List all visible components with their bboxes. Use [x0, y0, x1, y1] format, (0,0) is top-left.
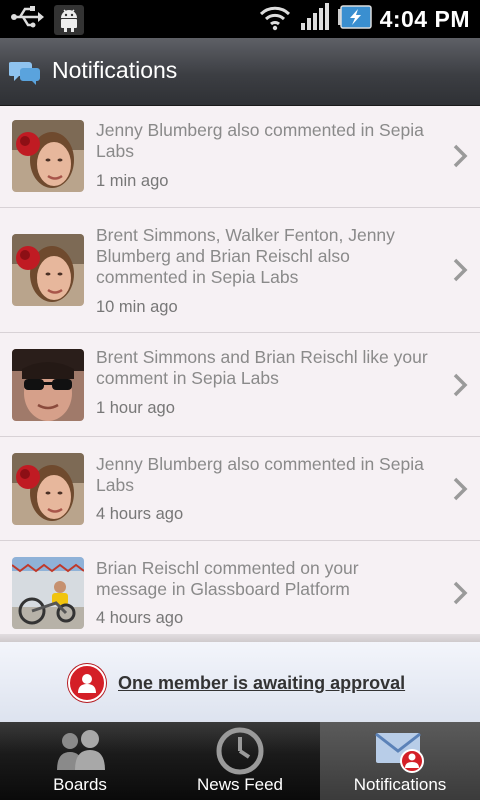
wifi-icon [258, 3, 292, 36]
notification-row[interactable]: Brian Reischl commented on your message … [0, 541, 480, 634]
notification-time: 1 hour ago [96, 399, 175, 417]
banner-divider [0, 634, 480, 642]
signal-icon [300, 2, 330, 36]
chevron-right-icon [452, 581, 468, 605]
avatar-bike [12, 557, 84, 629]
notification-row[interactable]: Jenny Blumberg also commented in Sepia L… [0, 437, 480, 541]
notification-row[interactable]: Brent Simmons, Walker Fenton, Jenny Blum… [0, 208, 480, 333]
notification-list[interactable]: Jenny Blumberg also commented in Sepia L… [0, 106, 480, 634]
chevron-right-icon [452, 144, 468, 168]
clock-icon [212, 727, 268, 775]
approval-link[interactable]: One member is awaiting approval [118, 673, 405, 694]
notification-row[interactable]: Jenny Blumberg also commented in Sepia L… [0, 106, 480, 208]
tab-bar: Boards News Feed Notifications [0, 722, 480, 800]
notification-time: 4 hours ago [96, 505, 184, 523]
avatar-jenny [12, 234, 84, 306]
status-time: 4:04 PM [379, 5, 470, 32]
tab-boards[interactable]: Boards [0, 722, 160, 800]
title-bar: Notifications [0, 38, 480, 106]
avatar-jenny [12, 120, 84, 192]
notification-row[interactable]: Brent Simmons and Brian Reischl like you… [0, 333, 480, 437]
avatar-jenny [12, 453, 84, 525]
notification-text: Jenny Blumberg also commented in Sepia L… [96, 120, 424, 161]
notification-text: Jenny Blumberg also commented in Sepia L… [96, 454, 424, 495]
approval-banner[interactable]: One member is awaiting approval [0, 642, 480, 722]
envelope-icon [372, 727, 428, 775]
android-debug-icon [54, 4, 84, 35]
notification-time: 10 min ago [96, 298, 178, 316]
app-screen: 4:04 PM Notifications Jenny Blumberg als… [0, 0, 480, 800]
people-icon [52, 727, 108, 775]
chevron-right-icon [452, 258, 468, 282]
tab-news-feed-label: News Feed [197, 775, 283, 794]
tab-notifications[interactable]: Notifications [320, 722, 480, 800]
avatar-sunglasses [12, 349, 84, 421]
member-alert-icon [68, 664, 106, 702]
notification-time: 1 min ago [96, 172, 169, 190]
usb-icon [10, 4, 44, 35]
notification-text: Brian Reischl commented on your message … [96, 558, 359, 599]
battery-charging-icon [337, 4, 372, 34]
tab-boards-label: Boards [53, 775, 107, 794]
notification-text: Brent Simmons, Walker Fenton, Jenny Blum… [96, 225, 395, 287]
tab-news-feed[interactable]: News Feed [160, 722, 320, 800]
page-title: Notifications [52, 57, 178, 83]
status-bar: 4:04 PM [0, 0, 480, 38]
tab-notifications-label: Notifications [353, 775, 447, 794]
chevron-right-icon [452, 373, 468, 397]
speech-bubbles-icon [8, 58, 41, 86]
notification-time: 4 hours ago [96, 609, 184, 627]
notification-text: Brent Simmons and Brian Reischl like you… [96, 347, 428, 388]
chevron-right-icon [452, 477, 468, 501]
